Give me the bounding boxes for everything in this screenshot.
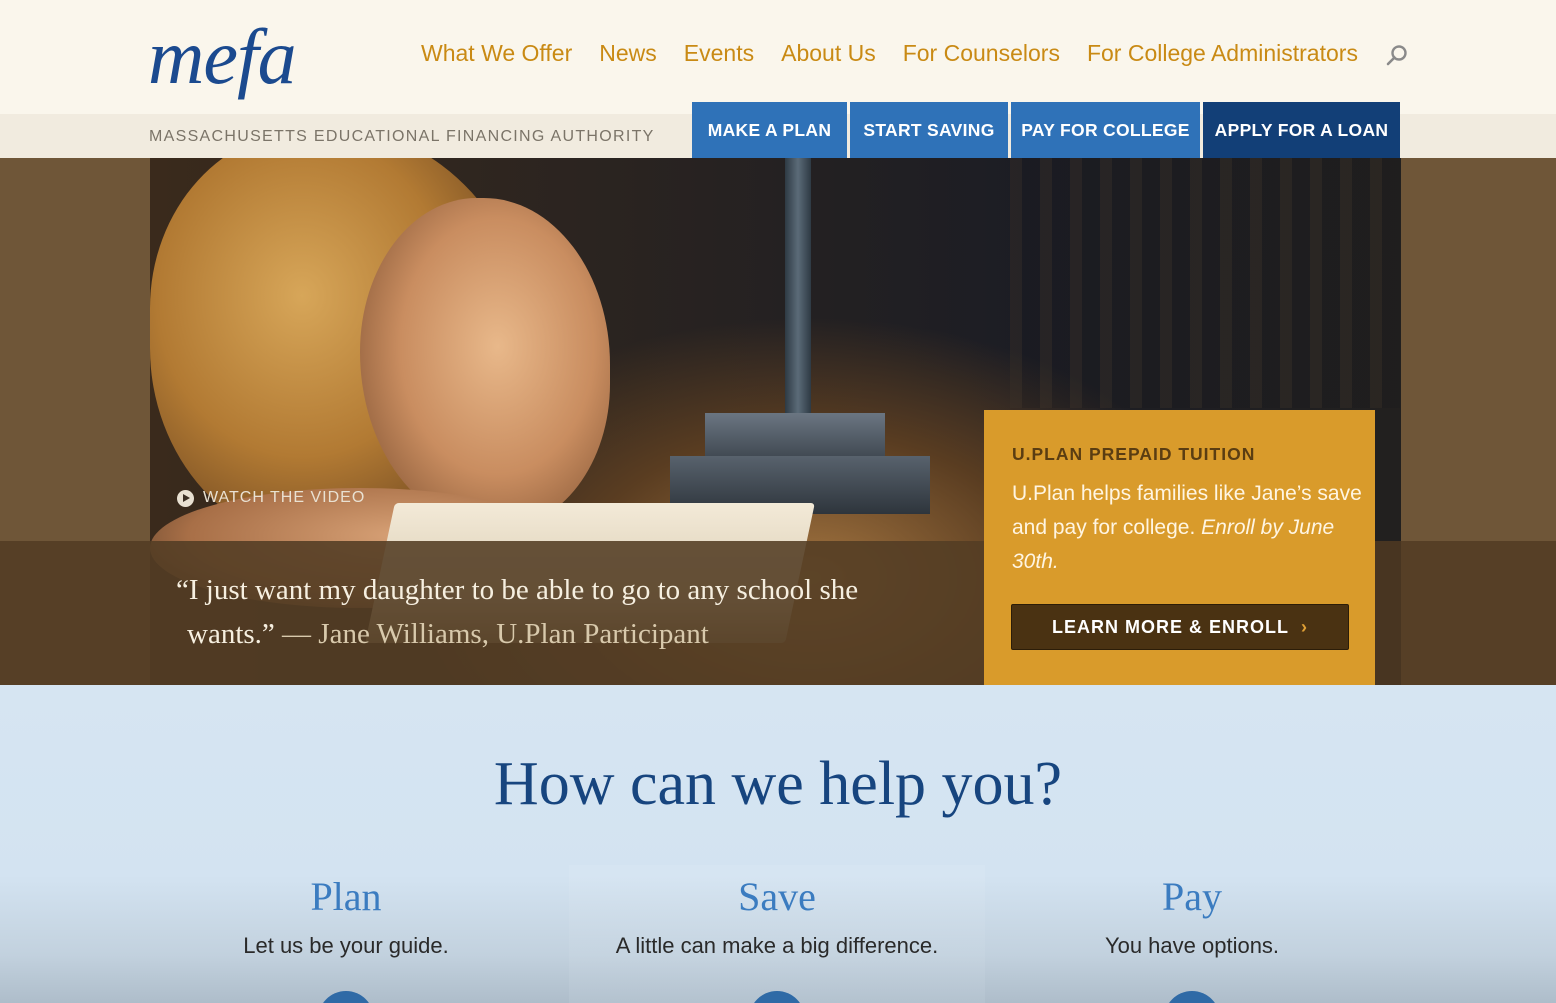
pay-subtitle: You have options. xyxy=(1104,933,1280,958)
learn-more-enroll-button[interactable]: LEARN MORE & ENROLL › xyxy=(1011,604,1349,650)
help-title: How can we help you? xyxy=(493,750,1063,818)
help-section: How can we help you? Plan Let us be your… xyxy=(0,685,1556,1003)
save-icon[interactable] xyxy=(749,991,805,1003)
nav-for-counselors[interactable]: For Counselors xyxy=(903,40,1060,67)
make-a-plan-tab[interactable]: MAKE A PLAN xyxy=(692,102,847,158)
nav-what-we-offer[interactable]: What We Offer xyxy=(421,40,572,67)
search-icon[interactable] xyxy=(1385,44,1409,68)
hero: WATCH THE VIDEO “I just want my daughter… xyxy=(0,158,1556,685)
quote-line-2: wants.” xyxy=(187,618,275,650)
save-column[interactable]: Save A little can make a big difference. xyxy=(569,865,985,1003)
promo-body: U.Plan helps families like Jane’s save a… xyxy=(1012,477,1362,579)
pay-title[interactable]: Pay xyxy=(984,865,1400,917)
top-nav: What We Offer News Events About Us For C… xyxy=(421,40,1385,67)
site-header: mefa MASSACHUSETTS EDUCATIONAL FINANCING… xyxy=(0,0,1556,158)
plan-title[interactable]: Plan xyxy=(138,865,554,917)
uplan-promo-card: U.PLAN PREPAID TUITION U.Plan helps fami… xyxy=(984,410,1375,685)
quote-attribution: — Jane Williams, U.Plan Participant xyxy=(282,618,709,650)
play-icon xyxy=(177,489,194,507)
apply-for-a-loan-tab[interactable]: APPLY FOR A LOAN xyxy=(1203,102,1400,158)
tagline: MASSACHUSETTS EDUCATIONAL FINANCING AUTH… xyxy=(149,128,655,145)
nav-for-college-administrators[interactable]: For College Administrators xyxy=(1087,40,1358,67)
watch-video-link[interactable]: WATCH THE VIDEO xyxy=(177,489,365,507)
plan-column[interactable]: Plan Let us be your guide. xyxy=(138,865,554,1003)
chevron-right-icon: › xyxy=(1301,616,1308,637)
bookshelf-backdrop xyxy=(1010,158,1400,408)
learn-more-enroll-label: LEARN MORE & ENROLL xyxy=(1052,616,1289,637)
action-tabs: MAKE A PLAN START SAVING PAY FOR COLLEGE… xyxy=(692,102,1400,158)
lamp xyxy=(785,158,811,428)
testimonial-quote: “I just want my daughter to be able to g… xyxy=(176,568,956,656)
nav-events[interactable]: Events xyxy=(684,40,754,67)
mefa-logo[interactable]: mefa xyxy=(148,18,297,96)
pay-for-college-tab[interactable]: PAY FOR COLLEGE xyxy=(1011,102,1200,158)
nav-news[interactable]: News xyxy=(599,40,657,67)
pay-column[interactable]: Pay You have options. xyxy=(984,865,1400,1003)
watch-video-label: WATCH THE VIDEO xyxy=(203,489,366,506)
plan-subtitle: Let us be your guide. xyxy=(243,933,449,958)
nav-about-us[interactable]: About Us xyxy=(781,40,876,67)
promo-title: U.PLAN PREPAID TUITION xyxy=(1012,444,1256,464)
save-title[interactable]: Save xyxy=(569,865,985,917)
plan-icon[interactable] xyxy=(318,991,374,1003)
pay-icon[interactable] xyxy=(1164,991,1220,1003)
start-saving-tab[interactable]: START SAVING xyxy=(850,102,1008,158)
quote-line-1: “I just want my daughter to be able to g… xyxy=(176,574,859,606)
save-subtitle: A little can make a big difference. xyxy=(615,933,939,958)
